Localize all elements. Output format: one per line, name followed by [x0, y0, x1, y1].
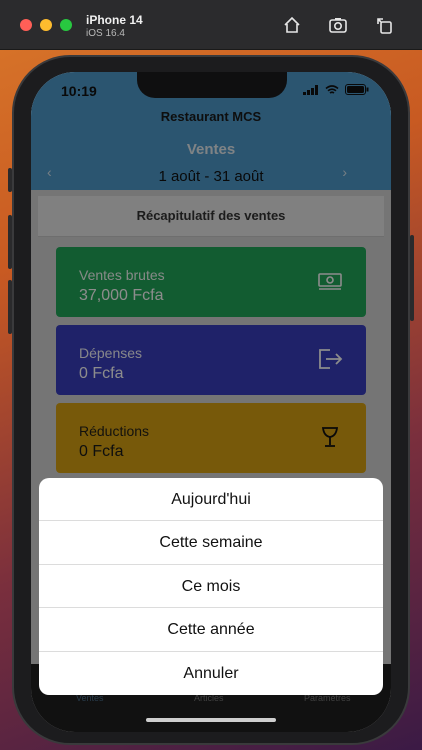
simulator-toolbar: iPhone 14 iOS 16.4: [0, 0, 422, 50]
period-action-sheet: Aujourd'hui Cette semaine Ce mois Cette …: [39, 478, 383, 695]
minimize-window-button[interactable]: [40, 19, 52, 31]
option-this-year[interactable]: Cette année: [39, 608, 383, 652]
volume-down-button: [8, 280, 12, 334]
screenshot-icon[interactable]: [328, 15, 348, 35]
option-today[interactable]: Aujourd'hui: [39, 478, 383, 522]
power-button: [410, 235, 414, 321]
zoom-window-button[interactable]: [60, 19, 72, 31]
home-indicator: [146, 718, 276, 722]
rotate-icon[interactable]: [374, 15, 394, 35]
option-this-month[interactable]: Ce mois: [39, 565, 383, 609]
phone-screen: 10:19 Restaurant MCS Ventes ‹ 1 août - 3…: [31, 72, 391, 732]
option-this-week[interactable]: Cette semaine: [39, 521, 383, 565]
volume-up-button: [8, 215, 12, 269]
os-version: iOS 16.4: [86, 28, 125, 39]
window-controls: [20, 19, 72, 31]
home-icon[interactable]: [282, 15, 302, 35]
device-name: iPhone 14: [86, 13, 143, 27]
close-window-button[interactable]: [20, 19, 32, 31]
mute-switch: [8, 168, 12, 192]
cancel-button[interactable]: Annuler: [39, 652, 383, 695]
